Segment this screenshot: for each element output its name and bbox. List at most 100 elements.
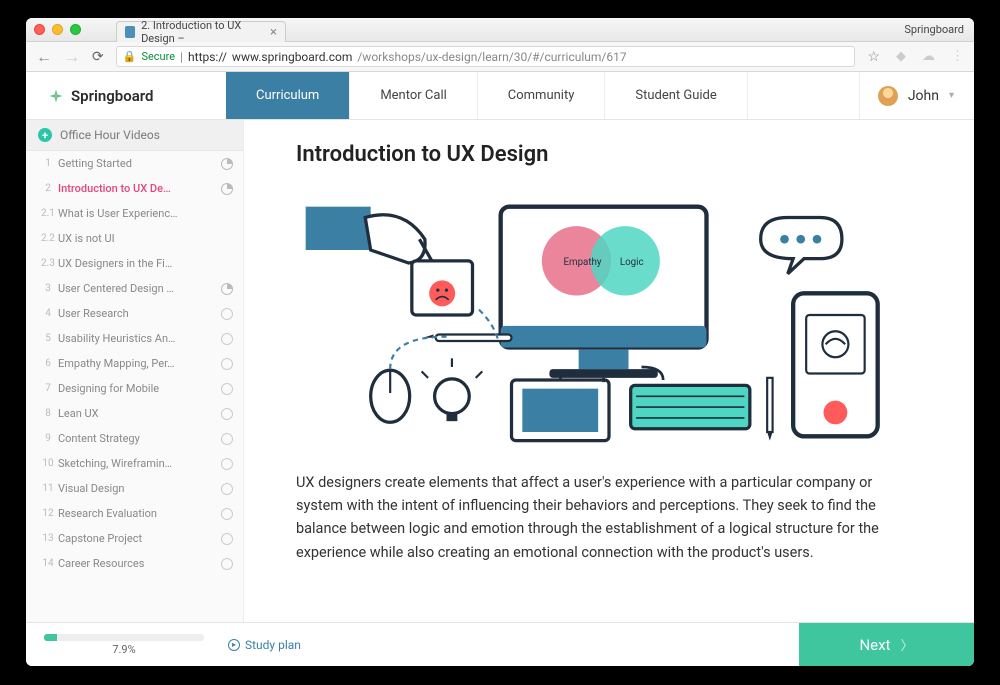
secure-label: Secure xyxy=(141,50,175,63)
sidebar-item[interactable]: 7Designing for Mobile xyxy=(26,376,243,401)
sidebar-item[interactable]: 11Visual Design xyxy=(26,476,243,501)
tab-close-icon[interactable]: × xyxy=(270,25,277,40)
brand-label: Springboard xyxy=(71,87,154,105)
clock-icon xyxy=(221,183,233,195)
window-close-icon[interactable] xyxy=(34,24,45,35)
item-number: 3 xyxy=(38,283,58,294)
circle-icon xyxy=(221,333,233,345)
bookmark-icon[interactable]: ☆ xyxy=(867,49,880,65)
item-label: Empathy Mapping, Per… xyxy=(58,357,221,370)
browser-tab[interactable]: 2. Introduction to UX Design – × xyxy=(116,21,286,42)
sidebar-item[interactable]: 2.1What is User Experienc… xyxy=(26,201,243,226)
extension-icon-2[interactable]: ☁ xyxy=(922,49,935,64)
brand[interactable]: Springboard xyxy=(26,72,226,119)
progress-bar: 7.9% xyxy=(44,634,204,656)
url-prefix: https:// xyxy=(188,50,227,64)
sidebar-item[interactable]: 2.2UX is not UI xyxy=(26,226,243,251)
circle-icon xyxy=(221,558,233,570)
sidebar-item[interactable]: 9Content Strategy xyxy=(26,426,243,451)
reload-button[interactable]: ⟳ xyxy=(92,49,104,65)
progress-label: 7.9% xyxy=(44,643,204,656)
item-label: Lean UX xyxy=(58,407,221,420)
item-number: 11 xyxy=(38,483,58,494)
item-label: UX is not UI xyxy=(58,232,233,245)
sidebar: + Office Hour Videos 1Getting Started2In… xyxy=(26,120,244,622)
nav-tab-community[interactable]: Community xyxy=(478,72,606,119)
titlebar: 2. Introduction to UX Design – × Springb… xyxy=(26,18,974,42)
item-label: Content Strategy xyxy=(58,432,221,445)
item-label: User Centered Design … xyxy=(58,282,221,295)
study-plan-link[interactable]: ▸ Study plan xyxy=(228,638,301,652)
item-label: Introduction to UX De… xyxy=(58,182,221,195)
item-number: 4 xyxy=(38,308,58,319)
sidebar-item[interactable]: 1Getting Started xyxy=(26,151,243,176)
sidebar-item[interactable]: 8Lean UX xyxy=(26,401,243,426)
item-number: 7 xyxy=(38,383,58,394)
item-number: 12 xyxy=(38,508,58,519)
item-number: 1 xyxy=(38,158,58,169)
item-label: User Research xyxy=(58,307,221,320)
item-number: 2.1 xyxy=(38,208,58,219)
sidebar-item[interactable]: 4User Research xyxy=(26,301,243,326)
item-label: Getting Started xyxy=(58,157,221,170)
circle-icon xyxy=(221,458,233,470)
item-number: 6 xyxy=(38,358,58,369)
circle-icon xyxy=(221,383,233,395)
window-zoom-icon[interactable] xyxy=(70,24,81,35)
window-minimize-icon[interactable] xyxy=(52,24,63,35)
nav-tab-student-guide[interactable]: Student Guide xyxy=(605,72,747,119)
next-label: Next xyxy=(859,636,890,654)
content-paragraph: UX designers create elements that affect… xyxy=(296,471,922,564)
circle-icon xyxy=(221,308,233,320)
play-circle-icon: ▸ xyxy=(228,639,240,651)
forward-button[interactable]: → xyxy=(64,47,80,67)
app-name: Springboard xyxy=(904,23,964,36)
ux-illustration: Empathy Logic xyxy=(296,185,922,445)
sidebar-item[interactable]: 14Career Resources xyxy=(26,551,243,576)
sidebar-item[interactable]: 2.3UX Designers in the Fi… xyxy=(26,251,243,276)
avatar-icon xyxy=(878,86,898,106)
next-button[interactable]: Next 〉 xyxy=(799,623,974,666)
item-number: 2.2 xyxy=(38,233,58,244)
item-number: 2.3 xyxy=(38,258,58,269)
item-label: Career Resources xyxy=(58,557,221,570)
clock-icon xyxy=(221,283,233,295)
item-number: 14 xyxy=(38,558,58,569)
user-menu[interactable]: John ▾ xyxy=(859,72,974,119)
sidebar-item[interactable]: 10Sketching, Wireframin… xyxy=(26,451,243,476)
extension-icon[interactable]: ◆ xyxy=(896,49,906,64)
item-number: 10 xyxy=(38,458,58,469)
sidebar-header[interactable]: + Office Hour Videos xyxy=(26,120,243,151)
sidebar-item[interactable]: 5Usability Heuristics An… xyxy=(26,326,243,351)
url-host: www.springboard.com xyxy=(232,50,352,64)
nav-tab-mentor-call[interactable]: Mentor Call xyxy=(350,72,477,119)
svg-text:Empathy: Empathy xyxy=(564,257,602,268)
circle-icon xyxy=(221,483,233,495)
svg-text:Logic: Logic xyxy=(620,257,644,268)
sidebar-item[interactable]: 13Capstone Project xyxy=(26,526,243,551)
item-label: Visual Design xyxy=(58,482,221,495)
page-title: Introduction to UX Design xyxy=(296,142,922,167)
app-nav: Springboard CurriculumMentor CallCommuni… xyxy=(26,72,974,120)
favicon-icon xyxy=(125,26,135,38)
back-button[interactable]: ← xyxy=(36,47,52,67)
item-label: Capstone Project xyxy=(58,532,221,545)
sidebar-item[interactable]: 12Research Evaluation xyxy=(26,501,243,526)
item-label: Sketching, Wireframin… xyxy=(58,457,221,470)
item-label: Research Evaluation xyxy=(58,507,221,520)
study-plan-label: Study plan xyxy=(245,638,301,652)
clock-icon xyxy=(221,158,233,170)
sidebar-item[interactable]: 2Introduction to UX De… xyxy=(26,176,243,201)
browser-menu-icon[interactable]: ⋮ xyxy=(951,49,964,64)
item-label: Designing for Mobile xyxy=(58,382,221,395)
footer: 7.9% ▸ Study plan Next 〉 xyxy=(26,622,974,666)
item-number: 5 xyxy=(38,333,58,344)
expand-icon: + xyxy=(38,128,52,142)
nav-tab-curriculum[interactable]: Curriculum xyxy=(226,72,350,119)
item-label: Usability Heuristics An… xyxy=(58,332,221,345)
sidebar-item[interactable]: 6Empathy Mapping, Per… xyxy=(26,351,243,376)
url-bar[interactable]: 🔒 Secure | https://www.springboard.com/w… xyxy=(116,46,856,67)
browser-toolbar: ← → ⟳ 🔒 Secure | https://www.springboard… xyxy=(26,42,974,72)
content: Introduction to UX Design Empathy Logic xyxy=(244,120,974,622)
sidebar-item[interactable]: 3User Centered Design … xyxy=(26,276,243,301)
